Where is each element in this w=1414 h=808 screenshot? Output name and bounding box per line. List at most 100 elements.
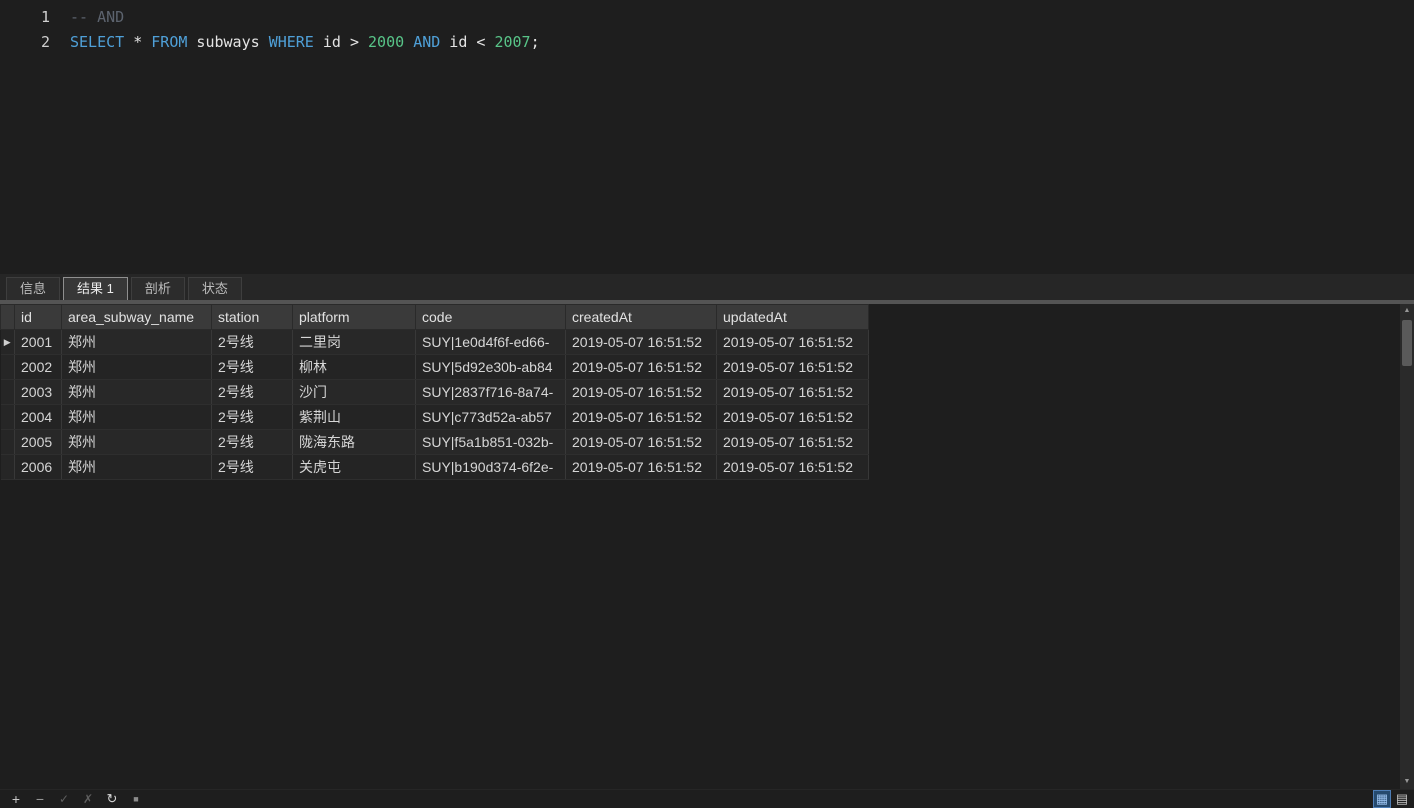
cell-station[interactable]: 2号线 xyxy=(211,454,293,480)
vertical-scrollbar[interactable]: ▲ ▼ xyxy=(1400,304,1414,789)
cell-station[interactable]: 2号线 xyxy=(211,329,293,355)
cell-code[interactable]: SUY|2837f716-8a74- xyxy=(415,379,566,405)
row-marker-cell xyxy=(0,354,15,380)
cell-updatedAt[interactable]: 2019-05-07 16:51:52 xyxy=(716,429,869,455)
cell-platform[interactable]: 沙门 xyxy=(292,379,416,405)
cell-id[interactable]: 2005 xyxy=(14,429,62,455)
line-number: 2 xyxy=(40,33,50,51)
row-marker-cell xyxy=(0,429,15,455)
cell-createdAt[interactable]: 2019-05-07 16:51:52 xyxy=(565,404,717,430)
sql-token-plain: id < xyxy=(440,33,495,51)
sql-token-plain: subways xyxy=(187,33,269,51)
sql-token-keyword: WHERE xyxy=(268,33,314,51)
cell-updatedAt[interactable]: 2019-05-07 16:51:52 xyxy=(716,454,869,480)
row-marker-cell xyxy=(0,454,15,480)
code-line: 1 -- AND xyxy=(0,5,1414,30)
apply-changes-button[interactable]: ✓ xyxy=(54,792,74,806)
cell-updatedAt[interactable]: 2019-05-07 16:51:52 xyxy=(716,329,869,355)
column-header-code[interactable]: code xyxy=(415,304,566,330)
cell-updatedAt[interactable]: 2019-05-07 16:51:52 xyxy=(716,404,869,430)
discard-changes-button[interactable]: ✗ xyxy=(78,792,98,806)
delete-record-button[interactable]: − xyxy=(30,791,50,807)
view-switcher: ▦ ▤ xyxy=(1374,791,1410,807)
sql-token-plain: id > xyxy=(313,33,369,51)
cell-updatedAt[interactable]: 2019-05-07 16:51:52 xyxy=(716,354,869,380)
cell-area_subway_name[interactable]: 郑州 xyxy=(61,354,212,380)
table-row[interactable]: 2002 郑州 2号线 柳林 SUY|5d92e30b-ab84 2019-05-07 1… xyxy=(0,354,869,380)
stop-button[interactable]: ■ xyxy=(126,794,146,804)
column-header-area_subway_name[interactable]: area_subway_name xyxy=(61,304,212,330)
sql-token-number: 2007 xyxy=(494,33,531,51)
column-header-id[interactable]: id xyxy=(14,304,62,330)
cell-station[interactable]: 2号线 xyxy=(211,354,293,380)
cell-createdAt[interactable]: 2019-05-07 16:51:52 xyxy=(565,454,717,480)
line-number: 1 xyxy=(40,8,50,26)
tab-status[interactable]: 状态 xyxy=(187,277,242,300)
table-row[interactable]: 2006 郑州 2号线 关虎屯 SUY|b190d374-6f2e- 2019-05-07… xyxy=(0,454,869,480)
cell-id[interactable]: 2004 xyxy=(14,404,62,430)
tab-profile[interactable]: 剖析 xyxy=(130,277,185,300)
database-client-window: 1 -- AND 2 SELECT * FROM subways WHERE i… xyxy=(0,0,1414,808)
column-header-createdAt[interactable]: createdAt xyxy=(565,304,717,330)
cell-id[interactable]: 2002 xyxy=(14,354,62,380)
cell-station[interactable]: 2号线 xyxy=(211,404,293,430)
cell-code[interactable]: SUY|c773d52a-ab57 xyxy=(415,404,566,430)
cell-platform[interactable]: 二里岗 xyxy=(292,329,416,355)
cell-area_subway_name[interactable]: 郑州 xyxy=(61,379,212,405)
text-view-icon[interactable]: ▤ xyxy=(1394,791,1410,807)
cell-area_subway_name[interactable]: 郑州 xyxy=(61,429,212,455)
code-line: 2 SELECT * FROM subways WHERE id > 2000 … xyxy=(0,30,1414,55)
table-row[interactable]: 2003 郑州 2号线 沙门 SUY|2837f716-8a74- 2019-05-07 … xyxy=(0,379,869,405)
add-record-button[interactable]: + xyxy=(6,791,26,807)
refresh-button[interactable]: ↻ xyxy=(102,791,122,807)
current-row-marker: ▶ xyxy=(0,329,15,355)
grid-view-icon[interactable]: ▦ xyxy=(1374,791,1390,807)
cell-station[interactable]: 2号线 xyxy=(211,379,293,405)
cell-platform[interactable]: 关虎屯 xyxy=(292,454,416,480)
cell-station[interactable]: 2号线 xyxy=(211,429,293,455)
cell-platform[interactable]: 柳林 xyxy=(292,354,416,380)
sql-token-plain: ; xyxy=(530,33,540,51)
table-row[interactable]: ▶ 2001 郑州 2号线 二里岗 SUY|1e0d4f6f-ed66- 2019-05-0… xyxy=(0,329,869,355)
code-text: -- AND xyxy=(62,5,124,30)
cell-area_subway_name[interactable]: 郑州 xyxy=(61,329,212,355)
row-marker-cell xyxy=(0,404,15,430)
cell-id[interactable]: 2001 xyxy=(14,329,62,355)
cell-area_subway_name[interactable]: 郑州 xyxy=(61,404,212,430)
cell-code[interactable]: SUY|1e0d4f6f-ed66- xyxy=(415,329,566,355)
scrollbar-thumb[interactable] xyxy=(1402,320,1412,366)
result-grid-panel: id area_subway_name station platform code cre… xyxy=(0,304,1414,789)
table-row[interactable]: 2004 郑州 2号线 紫荆山 SUY|c773d52a-ab57 2019-05-07 … xyxy=(0,404,869,430)
sql-token-keyword: AND xyxy=(413,33,441,51)
column-header-platform[interactable]: platform xyxy=(292,304,416,330)
tab-info[interactable]: 信息 xyxy=(6,277,61,300)
scroll-down-icon[interactable]: ▼ xyxy=(1400,775,1414,789)
sql-editor[interactable]: 1 -- AND 2 SELECT * FROM subways WHERE i… xyxy=(0,0,1414,274)
cell-platform[interactable]: 陇海东路 xyxy=(292,429,416,455)
cell-platform[interactable]: 紫荆山 xyxy=(292,404,416,430)
cell-id[interactable]: 2003 xyxy=(14,379,62,405)
result-table: id area_subway_name station platform code cre… xyxy=(0,304,869,480)
code-text: SELECT * FROM subways WHERE id > 2000 AN… xyxy=(62,30,540,55)
cell-id[interactable]: 2006 xyxy=(14,454,62,480)
cell-createdAt[interactable]: 2019-05-07 16:51:52 xyxy=(565,379,717,405)
cell-createdAt[interactable]: 2019-05-07 16:51:52 xyxy=(565,329,717,355)
result-table-header-row: id area_subway_name station platform code cre… xyxy=(0,304,869,330)
sql-token-plain: * xyxy=(124,33,152,51)
cell-code[interactable]: SUY|b190d374-6f2e- xyxy=(415,454,566,480)
sql-token-number: 2000 xyxy=(368,33,405,51)
column-header-updatedAt[interactable]: updatedAt xyxy=(716,304,869,330)
row-marker-cell xyxy=(0,379,15,405)
scroll-up-icon[interactable]: ▲ xyxy=(1400,304,1414,318)
cell-createdAt[interactable]: 2019-05-07 16:51:52 xyxy=(565,354,717,380)
cell-code[interactable]: SUY|f5a1b851-032b- xyxy=(415,429,566,455)
cell-updatedAt[interactable]: 2019-05-07 16:51:52 xyxy=(716,379,869,405)
sql-token-keyword: SELECT xyxy=(70,33,125,51)
tab-result-1[interactable]: 结果 1 xyxy=(63,277,128,300)
table-row[interactable]: 2005 郑州 2号线 陇海东路 SUY|f5a1b851-032b- 2019-05-0… xyxy=(0,429,869,455)
column-header-station[interactable]: station xyxy=(211,304,293,330)
cell-createdAt[interactable]: 2019-05-07 16:51:52 xyxy=(565,429,717,455)
cell-area_subway_name[interactable]: 郑州 xyxy=(61,454,212,480)
sql-token-plain xyxy=(404,33,413,51)
cell-code[interactable]: SUY|5d92e30b-ab84 xyxy=(415,354,566,380)
